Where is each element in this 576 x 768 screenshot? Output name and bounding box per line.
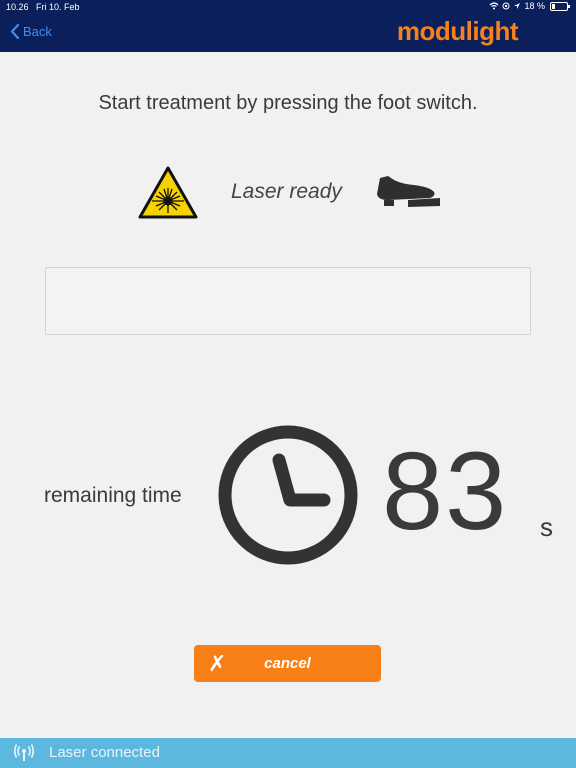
foot-switch-icon bbox=[377, 176, 440, 207]
laser-status: Laser ready bbox=[231, 180, 342, 203]
wireless-signal-icon bbox=[14, 744, 34, 761]
lock-rotation-icon bbox=[502, 2, 510, 10]
back-label: Back bbox=[23, 24, 52, 39]
cancel-button[interactable]: ✗ cancel bbox=[194, 645, 381, 682]
status-date: Fri 10. Feb bbox=[36, 2, 80, 12]
battery-icon bbox=[550, 1, 570, 11]
location-icon bbox=[514, 3, 521, 9]
battery-percent: 18 % bbox=[524, 1, 545, 11]
clock-icon bbox=[218, 425, 358, 565]
connection-status-bar: Laser connected bbox=[0, 738, 576, 768]
navigation-bar: 10.26 Fri 10. Feb 18 % Back modulight bbox=[0, 0, 576, 52]
remaining-time-value: 83 bbox=[382, 430, 509, 553]
remaining-time-unit: s bbox=[540, 512, 553, 542]
connection-status-label: Laser connected bbox=[49, 744, 160, 761]
chevron-left-icon bbox=[10, 24, 19, 39]
cancel-label: cancel bbox=[264, 655, 311, 672]
laser-warning-icon bbox=[138, 166, 198, 219]
brand-name: modulight bbox=[396, 16, 519, 46]
remaining-time-label: remaining time bbox=[44, 484, 182, 507]
message-box bbox=[45, 267, 531, 335]
status-indicators: 18 % bbox=[489, 1, 570, 11]
wifi-icon bbox=[490, 2, 499, 10]
brand-logo: modulight bbox=[396, 16, 519, 47]
status-time: 10.26 bbox=[6, 2, 29, 12]
instruction-text: Start treatment by pressing the foot swi… bbox=[98, 92, 478, 114]
back-button[interactable]: Back bbox=[10, 24, 52, 39]
